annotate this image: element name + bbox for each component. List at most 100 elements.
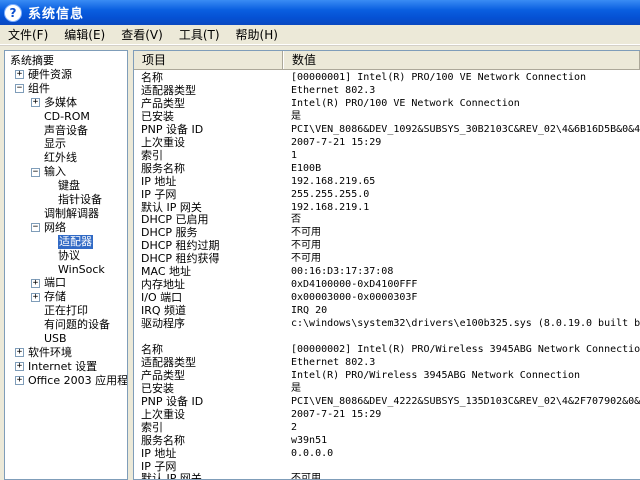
collapse-icon[interactable]: − bbox=[31, 167, 40, 177]
table-row[interactable]: 内存地址 0xD4100000-0xD4100FFF bbox=[134, 278, 640, 291]
item-value: 0x00003000-0x0000303F bbox=[291, 292, 418, 304]
tree-item[interactable]: 红外线 bbox=[44, 151, 77, 165]
table-row[interactable]: PNP 设备 ID PCI\VEN_8086&DEV_4222&SUBSYS_13… bbox=[134, 395, 640, 408]
tree-item[interactable]: 正在打印 bbox=[44, 304, 88, 318]
expand-icon[interactable]: + bbox=[31, 278, 40, 288]
item-value: 255.255.255.0 bbox=[291, 188, 370, 200]
tree-item[interactable]: 键盘 bbox=[58, 179, 80, 193]
item-value: PCI\VEN_8086&DEV_4222&SUBSYS_135D103C&RE… bbox=[291, 395, 640, 407]
tree-item-label: 正在打印 bbox=[44, 304, 88, 318]
item-value: Intel(R) PRO/Wireless 3945ABG Network Co… bbox=[291, 369, 580, 381]
item-name: 上次重设 bbox=[141, 135, 185, 149]
menu-help[interactable]: 帮助(H) bbox=[228, 26, 286, 43]
menu-file[interactable]: 文件(F) bbox=[0, 26, 56, 43]
tree-item[interactable]: CD-ROM bbox=[44, 110, 90, 124]
tree-item[interactable]: 适配器 bbox=[58, 234, 93, 249]
tree-item[interactable]: − 组件 bbox=[15, 82, 50, 96]
table-row[interactable]: 默认 IP 网关 192.168.219.1 bbox=[134, 201, 640, 214]
menu-bar: 文件(F) 编辑(E) 查看(V) 工具(T) 帮助(H) bbox=[0, 25, 640, 45]
tree-item[interactable]: 协议 bbox=[58, 249, 80, 263]
table-row[interactable]: 服务名称 E100B bbox=[134, 162, 640, 175]
tree-item-label: CD-ROM bbox=[44, 109, 90, 123]
main-content: 系统摘要 + 硬件资源 − 组件 + 多媒体 CD-ROM 声音设备 显示 红外线 − 输入 键盘 指针设备… bbox=[0, 46, 640, 480]
table-row[interactable]: 默认 IP 网关 不可用 bbox=[134, 472, 640, 479]
tree-item[interactable]: + Office 2003 应用程 bbox=[15, 374, 127, 388]
item-name: 产品类型 bbox=[141, 96, 185, 110]
tree-item-label: WinSock bbox=[58, 262, 105, 276]
tree-item[interactable]: 有问题的设备 bbox=[44, 318, 110, 332]
table-row[interactable]: 名称 [00000002] Intel(R) PRO/Wireless 3945A… bbox=[134, 343, 640, 356]
table-row[interactable]: DHCP 服务 不可用 bbox=[134, 226, 640, 239]
item-name: DHCP 已启用 bbox=[141, 213, 209, 227]
item-value: 否 bbox=[291, 214, 301, 226]
menu-view[interactable]: 查看(V) bbox=[113, 26, 171, 43]
table-row[interactable]: 上次重设 2007-7-21 15:29 bbox=[134, 136, 640, 149]
table-row[interactable]: DHCP 租约获得 不可用 bbox=[134, 252, 640, 265]
collapse-icon[interactable]: − bbox=[31, 223, 40, 233]
category-tree[interactable]: 系统摘要 + 硬件资源 − 组件 + 多媒体 CD-ROM 声音设备 显示 红外线 − 输入 键盘 指针设备… bbox=[4, 50, 128, 480]
table-row[interactable]: 适配器类型 Ethernet 802.3 bbox=[134, 356, 640, 369]
menu-edit[interactable]: 编辑(E) bbox=[56, 26, 113, 43]
tree-item[interactable]: + Internet 设置 bbox=[15, 360, 97, 374]
table-row[interactable]: IRQ 频道 IRQ 20 bbox=[134, 304, 640, 317]
expand-icon[interactable]: + bbox=[15, 376, 24, 386]
item-value: Ethernet 802.3 bbox=[291, 356, 376, 368]
table-row[interactable]: IP 子网 bbox=[134, 460, 640, 473]
table-row[interactable]: MAC 地址 00:16:D3:17:37:08 bbox=[134, 265, 640, 278]
tree-item[interactable]: 显示 bbox=[44, 137, 66, 151]
table-row[interactable]: PNP 设备 ID PCI\VEN_8086&DEV_1092&SUBSYS_30… bbox=[134, 123, 640, 136]
expand-icon[interactable]: + bbox=[31, 98, 40, 108]
tree-item-label: 有问题的设备 bbox=[44, 318, 110, 332]
table-row[interactable]: DHCP 租约过期 不可用 bbox=[134, 239, 640, 252]
item-name: 适配器类型 bbox=[141, 83, 196, 97]
table-row[interactable]: 产品类型 Intel(R) PRO/100 VE Network Connecti… bbox=[134, 97, 640, 110]
table-row[interactable]: 已安装 是 bbox=[134, 382, 640, 395]
tree-item[interactable]: + 多媒体 bbox=[31, 96, 77, 110]
item-name: IP 子网 bbox=[141, 187, 177, 201]
expand-icon[interactable]: + bbox=[15, 348, 24, 358]
collapse-icon[interactable]: − bbox=[15, 84, 24, 94]
table-row[interactable]: IP 地址 192.168.219.65 bbox=[134, 175, 640, 188]
expand-icon[interactable]: + bbox=[31, 292, 40, 302]
expand-icon[interactable]: + bbox=[15, 362, 24, 372]
table-row[interactable]: IP 地址 0.0.0.0 bbox=[134, 447, 640, 460]
menu-tools[interactable]: 工具(T) bbox=[171, 26, 228, 43]
column-header-item[interactable]: 项目 bbox=[134, 51, 284, 69]
tree-item[interactable]: 系统摘要 bbox=[10, 54, 54, 68]
tree-item-label: 指针设备 bbox=[58, 193, 102, 206]
tree-item[interactable]: + 硬件资源 bbox=[15, 68, 72, 82]
tree-item[interactable]: − 输入 bbox=[31, 165, 66, 179]
tree-item[interactable]: + 存储 bbox=[31, 290, 66, 304]
tree-item[interactable]: 调制解调器 bbox=[44, 207, 99, 221]
item-name: DHCP 租约获得 bbox=[141, 252, 220, 266]
table-row[interactable] bbox=[134, 330, 640, 343]
table-row[interactable]: 服务名称 w39n51 bbox=[134, 434, 640, 447]
table-row[interactable]: IP 子网 255.255.255.0 bbox=[134, 188, 640, 201]
column-header-value[interactable]: 数值 bbox=[284, 51, 640, 69]
table-row[interactable]: 驱动程序 c:\windows\system32\drivers\e100b325… bbox=[134, 317, 640, 330]
tree-item[interactable]: − 网络 bbox=[31, 221, 66, 235]
tree-item-label: USB bbox=[44, 332, 67, 345]
tree-item[interactable]: 指针设备 bbox=[58, 193, 102, 207]
details-panel[interactable]: 项目 数值 名称 [00000001] Intel(R) PRO/100 VE N… bbox=[133, 50, 640, 480]
table-row[interactable]: 索引 1 bbox=[134, 149, 640, 162]
expand-icon[interactable]: + bbox=[15, 70, 24, 80]
item-name: IP 地址 bbox=[141, 174, 177, 188]
title-bar[interactable]: ? 系统信息 bbox=[0, 0, 640, 25]
tree-item[interactable]: + 端口 bbox=[31, 276, 66, 290]
table-row[interactable]: DHCP 已启用 否 bbox=[134, 213, 640, 226]
tree-item[interactable]: WinSock bbox=[58, 263, 105, 277]
table-row[interactable]: I/O 端口 0x00003000-0x0000303F bbox=[134, 291, 640, 304]
tree-item-label: 声音设备 bbox=[44, 123, 88, 137]
tree-item-label: 硬件资源 bbox=[28, 67, 72, 81]
tree-item[interactable]: USB bbox=[44, 332, 67, 346]
item-value: 0.0.0.0 bbox=[291, 447, 334, 459]
table-row[interactable]: 索引 2 bbox=[134, 421, 640, 434]
tree-item[interactable]: 声音设备 bbox=[44, 124, 88, 138]
table-row[interactable]: 适配器类型 Ethernet 802.3 bbox=[134, 84, 640, 97]
tree-item[interactable]: + 软件环境 bbox=[15, 346, 72, 360]
table-row[interactable]: 上次重设 2007-7-21 15:29 bbox=[134, 408, 640, 421]
table-row[interactable]: 已安装 是 bbox=[134, 110, 640, 123]
table-row[interactable]: 名称 [00000001] Intel(R) PRO/100 VE Network… bbox=[134, 71, 640, 84]
table-row[interactable]: 产品类型 Intel(R) PRO/Wireless 3945ABG Networ… bbox=[134, 369, 640, 382]
